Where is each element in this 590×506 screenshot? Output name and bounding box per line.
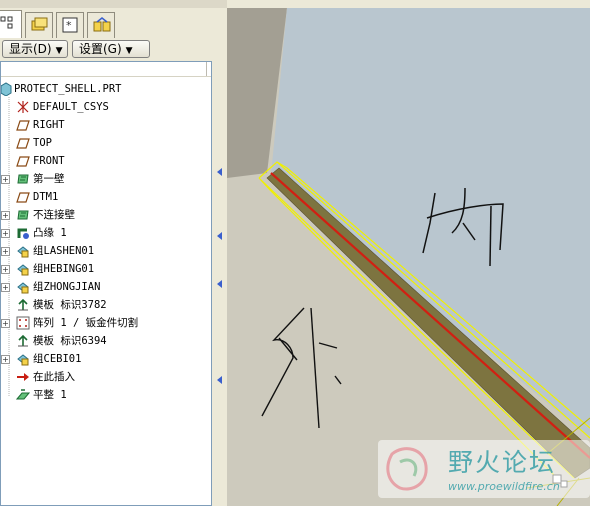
favorites-icon: *	[62, 17, 78, 33]
datum-plane-icon	[16, 138, 30, 149]
tab-model-tree[interactable]	[0, 10, 22, 38]
watermark-logo	[386, 447, 428, 491]
tree-item[interactable]: + 阵列 1 / 钣金件切割	[1, 314, 211, 332]
tree-item[interactable]: FRONT	[1, 152, 211, 170]
model-tree-header	[1, 62, 211, 77]
datum-plane-icon	[16, 156, 30, 167]
svg-text:*: *	[66, 19, 72, 32]
tree-options-bar: 显示(D) ▼ 设置(G) ▼	[0, 38, 214, 61]
group-icon	[17, 354, 29, 366]
tree-item-label: 阵列 1 / 钣金件切割	[33, 317, 139, 329]
pattern-icon	[16, 316, 30, 330]
tree-item-label: 模板 标识3782	[33, 299, 107, 311]
tree-item-label: 组CEBI01	[33, 353, 82, 365]
column-divider[interactable]	[206, 62, 207, 76]
group-icon	[17, 264, 29, 276]
folder-browser-icon	[31, 17, 48, 31]
chevron-down-icon: ▼	[55, 46, 63, 56]
expand-icon[interactable]: +	[1, 283, 10, 292]
expand-icon[interactable]: +	[1, 355, 10, 364]
tree-item[interactable]: + 不连接壁	[1, 206, 211, 224]
insert-arrow-icon	[17, 373, 29, 381]
sheetmetal-wall-icon	[17, 174, 29, 184]
tree-item[interactable]: + 组ZHONGJIAN	[1, 278, 211, 296]
model-tree-icon	[0, 16, 13, 29]
tree-item-label: 模板 标识6394	[33, 335, 107, 347]
tree-item[interactable]: RIGHT	[1, 116, 211, 134]
tab-favorites[interactable]: *	[56, 12, 84, 38]
datum-plane-icon	[16, 120, 30, 131]
csys-icon	[17, 101, 29, 113]
model-tree-pane: PROTECT_SHELL.PRT DEFAULT_CSYS RIGHT TOP FR…	[0, 61, 212, 506]
expand-icon[interactable]: +	[1, 211, 10, 220]
template-icon	[18, 298, 28, 311]
tree-item-label: 组LASHEN01	[33, 245, 95, 257]
tree-item-label: 平整 1	[33, 389, 67, 401]
watermark-url: www.proewildfire.cn	[448, 480, 560, 493]
tree-item-label: DEFAULT_CSYS	[33, 101, 109, 113]
connections-icon	[93, 17, 111, 32]
tree-item-label: 凸缘 1	[33, 227, 67, 239]
tree-item-label: 第一壁	[33, 173, 65, 185]
chevron-down-icon: ▼	[125, 46, 133, 56]
tab-connections[interactable]	[87, 12, 115, 38]
tree-item[interactable]: 在此插入	[1, 368, 211, 386]
collapse-left-icon[interactable]	[217, 280, 222, 288]
settings-menu-button[interactable]: 设置(G) ▼	[72, 40, 150, 58]
tree-item[interactable]: + 凸缘 1	[1, 224, 211, 242]
settings-menu-label: 设置(G)	[79, 42, 122, 56]
tree-item[interactable]: + 组CEBI01	[1, 350, 211, 368]
tree-item-label: 组HEBING01	[33, 263, 95, 275]
tree-item[interactable]: 平整 1	[1, 386, 211, 404]
collapse-left-icon[interactable]	[217, 168, 222, 176]
tree-item-label: 在此插入	[33, 371, 75, 383]
sheetmetal-wall-icon	[17, 210, 29, 220]
tree-item-label: 不连接壁	[33, 209, 75, 221]
navigator-tabs: *	[0, 8, 227, 38]
flange-icon	[17, 228, 29, 239]
tree-item[interactable]: + 组HEBING01	[1, 260, 211, 278]
tree-item-label: TOP	[33, 137, 52, 149]
expand-icon[interactable]: +	[1, 265, 10, 274]
expand-icon[interactable]: +	[1, 247, 10, 256]
expand-icon[interactable]: +	[1, 229, 10, 238]
graphics-window[interactable]	[227, 8, 590, 506]
tree-root[interactable]: PROTECT_SHELL.PRT	[1, 80, 211, 98]
watermark-title: 野火论坛	[448, 448, 557, 477]
expand-icon[interactable]: +	[1, 319, 10, 328]
tree-item[interactable]: + 组LASHEN01	[1, 242, 211, 260]
expand-icon[interactable]: +	[1, 175, 10, 184]
tree-item[interactable]: DEFAULT_CSYS	[1, 98, 211, 116]
tree-item-label: RIGHT	[33, 119, 65, 131]
tree-item-label: 组ZHONGJIAN	[33, 281, 101, 293]
collapse-left-icon[interactable]	[217, 376, 222, 384]
tree-item-label: DTM1	[33, 191, 59, 203]
tree-item[interactable]: TOP	[1, 134, 211, 152]
display-menu-label: 显示(D)	[9, 42, 52, 56]
tree-item[interactable]: DTM1	[1, 188, 211, 206]
tree-item-label: FRONT	[33, 155, 65, 167]
tree-item[interactable]: 模板 标识3782	[1, 296, 211, 314]
pane-splitter[interactable]	[214, 8, 227, 506]
tree-root-label: PROTECT_SHELL.PRT	[14, 83, 122, 95]
flatten-icon	[16, 389, 30, 400]
tree-item[interactable]: 模板 标识6394	[1, 332, 211, 350]
group-icon	[17, 282, 29, 294]
model-view[interactable]	[227, 8, 590, 506]
part-icon	[1, 82, 12, 96]
template-icon	[18, 334, 28, 347]
collapse-left-icon[interactable]	[217, 232, 222, 240]
tree-item[interactable]: + 第一壁	[1, 170, 211, 188]
datum-plane-icon	[16, 192, 30, 203]
tab-folder-browser[interactable]	[25, 12, 53, 38]
group-icon	[17, 246, 29, 258]
display-menu-button[interactable]: 显示(D) ▼	[2, 40, 68, 58]
